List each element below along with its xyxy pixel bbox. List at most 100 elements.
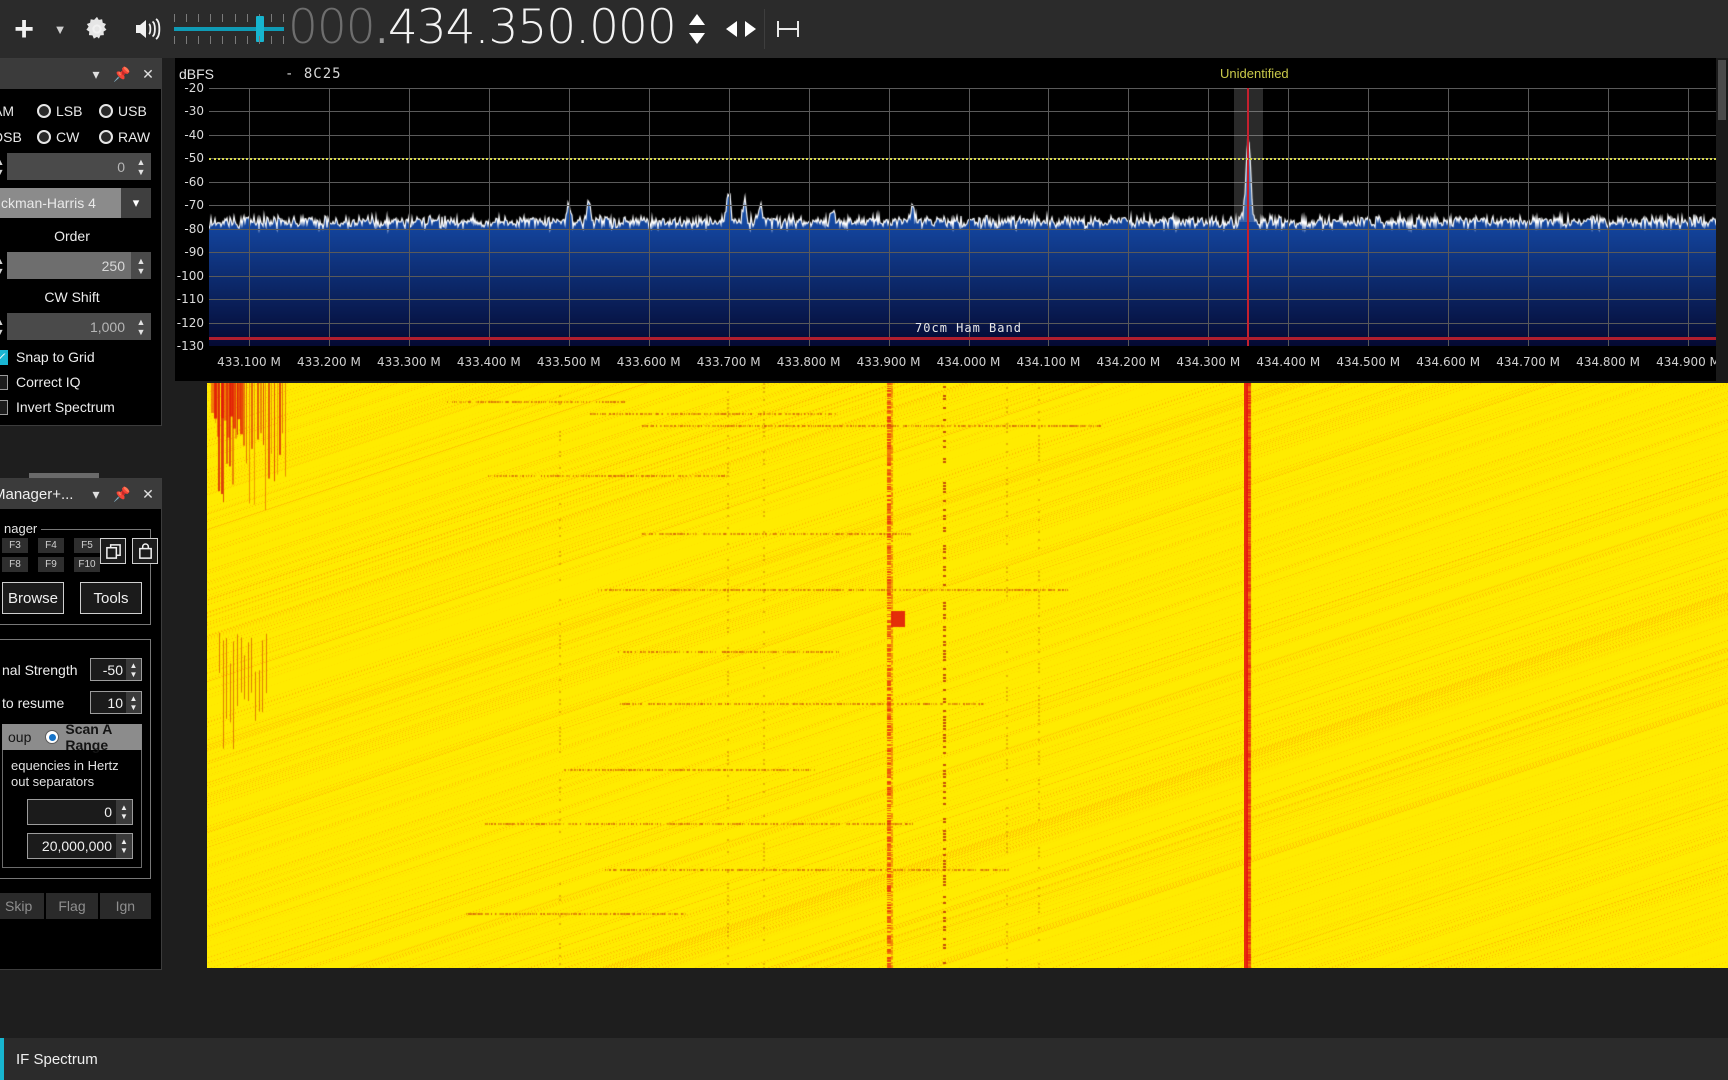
range-start-spinner[interactable]: ▲ ▼ [116, 799, 132, 824]
waterfall-vfo-line[interactable] [1244, 383, 1249, 968]
top-toolbar: + ▼ 000 . 434.350.000 [0, 0, 1728, 58]
resume-spinner[interactable]: ▲ ▼ [126, 692, 141, 713]
span-bracket-icon[interactable] [765, 0, 811, 58]
fkey-f5[interactable]: F5 [74, 538, 100, 553]
manager-panel-titlebar[interactable]: Manager+... ▾ 📌 ✕ [0, 479, 161, 509]
x-axis-tick: 434.900 M [1656, 355, 1720, 369]
skip-button[interactable]: Skip [0, 892, 45, 919]
gear-icon[interactable] [72, 0, 122, 58]
grid-line-vertical [888, 88, 890, 346]
manager-panel: Manager+... ▾ 📌 ✕ nager F3 F4 F5 F8 F9 F… [0, 473, 162, 970]
fkey-row: F3 F4 F5 F8 F9 F10 [2, 538, 158, 572]
chevron-down-icon[interactable]: ▼ [48, 0, 72, 58]
x-axis-tick: 433.200 M [297, 355, 361, 369]
range-stop-stepper[interactable]: 20,000,000 ▲ ▼ [27, 832, 133, 859]
resume-row: to resume 10 ▲ ▼ [2, 691, 142, 714]
radio-dot-icon [37, 104, 51, 118]
left-right-arrows-icon[interactable] [718, 0, 764, 58]
x-axis-tick: 433.400 M [456, 355, 521, 369]
order-spinner-left[interactable]: ▲▼ [0, 256, 7, 276]
tab-if-spectrum[interactable]: IF Spectrum [0, 1038, 112, 1080]
fkey-f9[interactable]: F9 [38, 557, 64, 572]
spectrum-scrollbar[interactable] [1716, 58, 1728, 381]
plus-icon[interactable]: + [0, 0, 48, 58]
mode-label-am: AM [0, 103, 14, 119]
frequency-lit-digits[interactable]: 434.350.000 [388, 0, 677, 55]
shift-spinner-right[interactable]: ▲ ▼ [131, 153, 151, 180]
order-value[interactable]: 250 [7, 252, 131, 279]
waterfall-display[interactable] [207, 383, 1728, 968]
scrollbar-thumb[interactable] [1718, 60, 1726, 120]
mode-radio-raw[interactable]: RAW [99, 129, 161, 145]
mode-radio-lsb[interactable]: LSB [37, 103, 99, 119]
cw-shift-spinner-right[interactable]: ▲ ▼ [131, 313, 151, 340]
mode-radio-usb[interactable]: USB [99, 103, 161, 119]
mode-radio-cw[interactable]: CW [37, 129, 99, 145]
grid-line-vertical [248, 88, 250, 346]
ignore-button[interactable]: Ign [99, 892, 151, 919]
pin-icon[interactable]: 📌 [109, 486, 135, 503]
scan-group-label[interactable]: oup [8, 729, 31, 745]
fkey-f3[interactable]: F3 [2, 538, 28, 553]
checkbox-label-invert-spectrum: Invert Spectrum [16, 399, 115, 415]
fkey-f4[interactable]: F4 [38, 538, 64, 553]
fkey-f10[interactable]: F10 [74, 557, 100, 572]
chevron-down-icon[interactable]: ▾ [121, 188, 151, 218]
pin-icon[interactable]: 📌 [109, 66, 135, 83]
threshold-line [209, 158, 1728, 161]
manager-panel-body: nager F3 F4 F5 F8 F9 F10 Browse Tools na… [0, 509, 161, 929]
speaker-icon[interactable] [122, 0, 174, 58]
checkbox-invert-spectrum[interactable]: Invert Spectrum [0, 399, 151, 415]
radio-dot-icon [99, 104, 113, 118]
scan-a-range-radio[interactable]: Scan A Range [45, 721, 136, 753]
volume-slider[interactable] [174, 0, 284, 58]
radio-panel: ▾ 📌 ✕ AM LSB USB DSB CW RAW [0, 58, 162, 426]
bag-icon[interactable] [132, 538, 158, 564]
order-spinner-right[interactable]: ▲ ▼ [131, 252, 151, 279]
shift-stepper-row: ▲▼ 0 ▲▼ [0, 153, 151, 180]
signal-strength-stepper[interactable]: -50 ▲ ▼ [90, 658, 142, 681]
up-down-arrows-icon[interactable] [676, 0, 718, 58]
fkey-f8[interactable]: F8 [2, 557, 28, 572]
checkbox-snap-to-grid[interactable]: ✓ Snap to Grid [0, 349, 151, 365]
range-stop-spinner[interactable]: ▲ ▼ [116, 833, 132, 858]
radio-dot-icon [37, 130, 51, 144]
manager-icon-buttons [100, 538, 158, 564]
checkbox-correct-iq[interactable]: Correct IQ [0, 374, 151, 390]
grid-line-vertical [1528, 88, 1530, 346]
signal-strength-value: -50 [102, 661, 123, 678]
resume-stepper[interactable]: 10 ▲ ▼ [90, 691, 142, 714]
grid-line-vertical [808, 88, 810, 346]
chevron-down-icon[interactable]: ▾ [83, 66, 109, 83]
volume-track[interactable] [174, 27, 284, 31]
spectrum-analyzer[interactable]: dBFS - 8C25 Unidentified -20 -30 -40 -50 -60… [175, 58, 1728, 381]
shift-spinner-left[interactable]: ▲▼ [0, 157, 7, 177]
window-function-combo[interactable]: ckman-Harris 4 ▾ [0, 188, 151, 218]
panel-drag-grip[interactable] [29, 473, 99, 478]
shift-value[interactable]: 0 [7, 153, 131, 180]
close-icon[interactable]: ✕ [135, 486, 161, 503]
close-icon[interactable]: ✕ [135, 66, 161, 83]
frequency-dim-digits[interactable]: 000 [288, 0, 376, 55]
order-stepper-row: ▲▼ 250 ▲▼ [0, 252, 151, 279]
scan-hint-line1: equencies in Hertz [11, 758, 119, 773]
cw-shift-value[interactable]: 1,000 [7, 313, 131, 340]
x-axis-tick: 434.300 M [1176, 355, 1241, 369]
range-start-stepper[interactable]: 0 ▲ ▼ [27, 798, 133, 825]
signal-strength-label: nal Strength [2, 661, 78, 678]
spectrum-plot-area[interactable]: 70cm Ham Band [209, 88, 1728, 346]
checkbox-unchecked-icon [0, 374, 8, 390]
browse-button[interactable]: Browse [2, 582, 64, 614]
chevron-down-icon[interactable]: ▾ [83, 486, 109, 503]
flag-button[interactable]: Flag [46, 892, 98, 919]
checkbox-label-snap-to-grid: Snap to Grid [16, 349, 95, 365]
signal-strength-spinner[interactable]: ▲ ▼ [126, 659, 141, 680]
copy-icon[interactable] [100, 538, 126, 564]
x-axis-tick: 434.100 M [1016, 355, 1081, 369]
radio-panel-titlebar[interactable]: ▾ 📌 ✕ [0, 59, 161, 89]
frequency-readout[interactable]: 000 . 434.350.000 [288, 0, 677, 58]
vfo-marker-line[interactable] [1247, 88, 1250, 346]
cw-shift-spinner-left[interactable]: ▲▼ [0, 317, 7, 337]
x-axis-tick: 434.200 M [1096, 355, 1161, 369]
tools-button[interactable]: Tools [80, 582, 142, 614]
